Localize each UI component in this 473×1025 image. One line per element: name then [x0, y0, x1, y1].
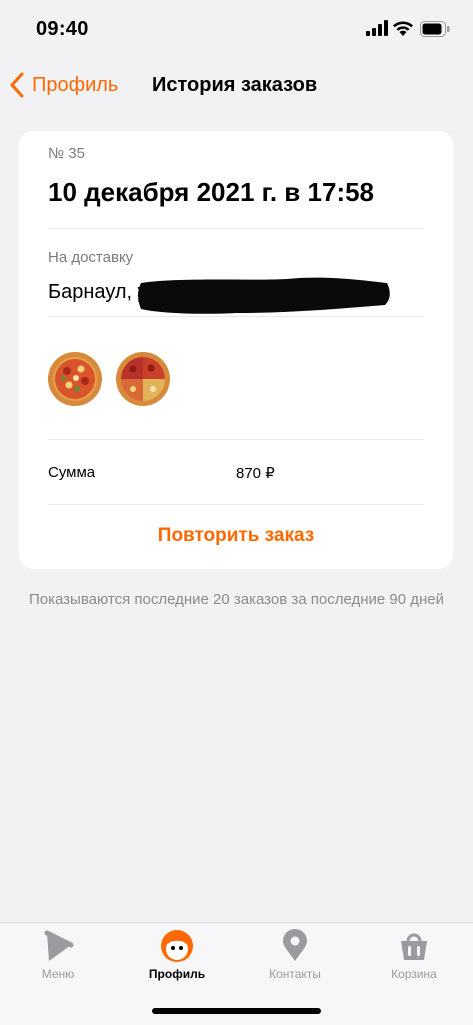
divider	[48, 504, 424, 505]
back-button-label: Профиль	[32, 73, 119, 96]
repeat-order-button[interactable]: Повторить заказ	[19, 516, 453, 556]
home-indicator	[152, 1008, 321, 1014]
tab-cart-label: Корзина	[391, 967, 437, 981]
page-title: История заказов	[152, 74, 318, 96]
order-date: 10 декабря 2021 г. в 17:58	[48, 177, 375, 207]
profile-face-icon	[161, 930, 193, 962]
divider	[48, 316, 424, 317]
redaction-mark	[138, 277, 390, 314]
battery-icon	[420, 21, 450, 37]
tab-contacts-label: Контакты	[269, 967, 321, 981]
tab-profile-label: Профиль	[148, 967, 206, 981]
status-bar: 09:40	[0, 0, 473, 60]
orders-footnote: Показываются последние 20 заказов за пос…	[28, 591, 445, 608]
tab-menu-label: Меню	[41, 967, 75, 981]
order-number: № 35	[48, 145, 85, 162]
back-button[interactable]: Профиль	[8, 70, 118, 100]
tab-cart[interactable]: Корзина	[364, 929, 464, 989]
navigation-bar: Профиль История заказов	[0, 60, 473, 110]
tab-contacts[interactable]: Контакты	[245, 929, 345, 989]
pizza-icon	[116, 352, 170, 406]
cellular-signal-icon	[366, 20, 388, 36]
tab-menu[interactable]: Меню	[8, 929, 108, 989]
divider	[48, 439, 424, 440]
map-pin-icon	[283, 929, 307, 961]
chevron-left-icon	[10, 72, 24, 98]
divider	[48, 228, 424, 229]
status-time: 09:40	[36, 18, 89, 40]
pizza-slice-icon	[44, 930, 74, 961]
sum-label: Сумма	[48, 464, 96, 481]
pizza-icon	[48, 352, 102, 406]
tab-profile[interactable]: Профиль	[127, 929, 227, 989]
basket-icon	[401, 933, 427, 960]
delivery-type-label: На доставку	[48, 249, 134, 266]
order-card: № 35 10 декабря 2021 г. в 17:58 На доста…	[19, 131, 453, 569]
order-items	[47, 351, 171, 407]
sum-value: 870 ₽	[236, 465, 275, 482]
wifi-icon	[393, 21, 413, 36]
